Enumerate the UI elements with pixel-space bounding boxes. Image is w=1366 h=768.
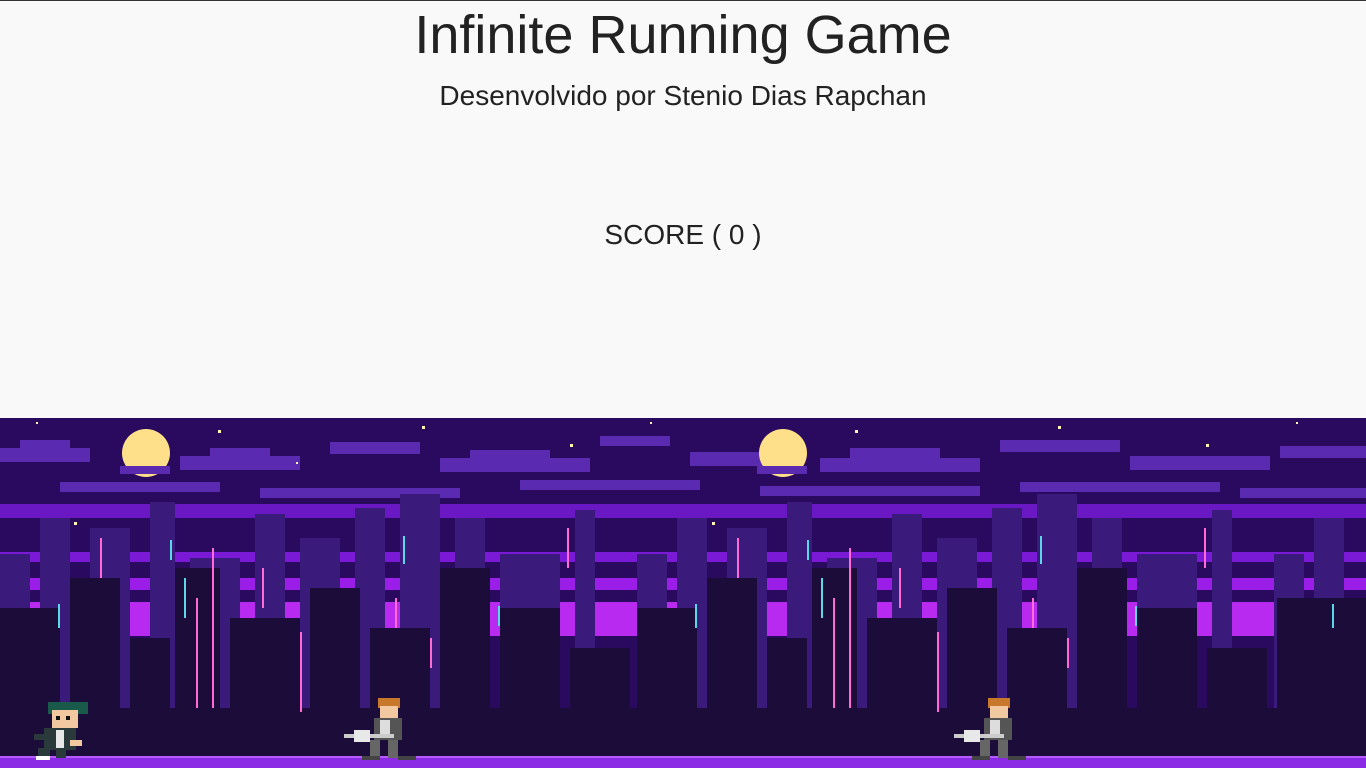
score-display: SCORE ( 0 ) (604, 219, 762, 250)
page-header: Infinite Running Game Desenvolvido por S… (0, 0, 1366, 112)
page-title: Infinite Running Game (414, 5, 952, 65)
ground (0, 756, 1366, 768)
page-subtitle: Desenvolvido por Stenio Dias Rapchan (439, 80, 927, 111)
game-scene (0, 418, 1366, 768)
game-canvas[interactable] (0, 418, 1366, 768)
